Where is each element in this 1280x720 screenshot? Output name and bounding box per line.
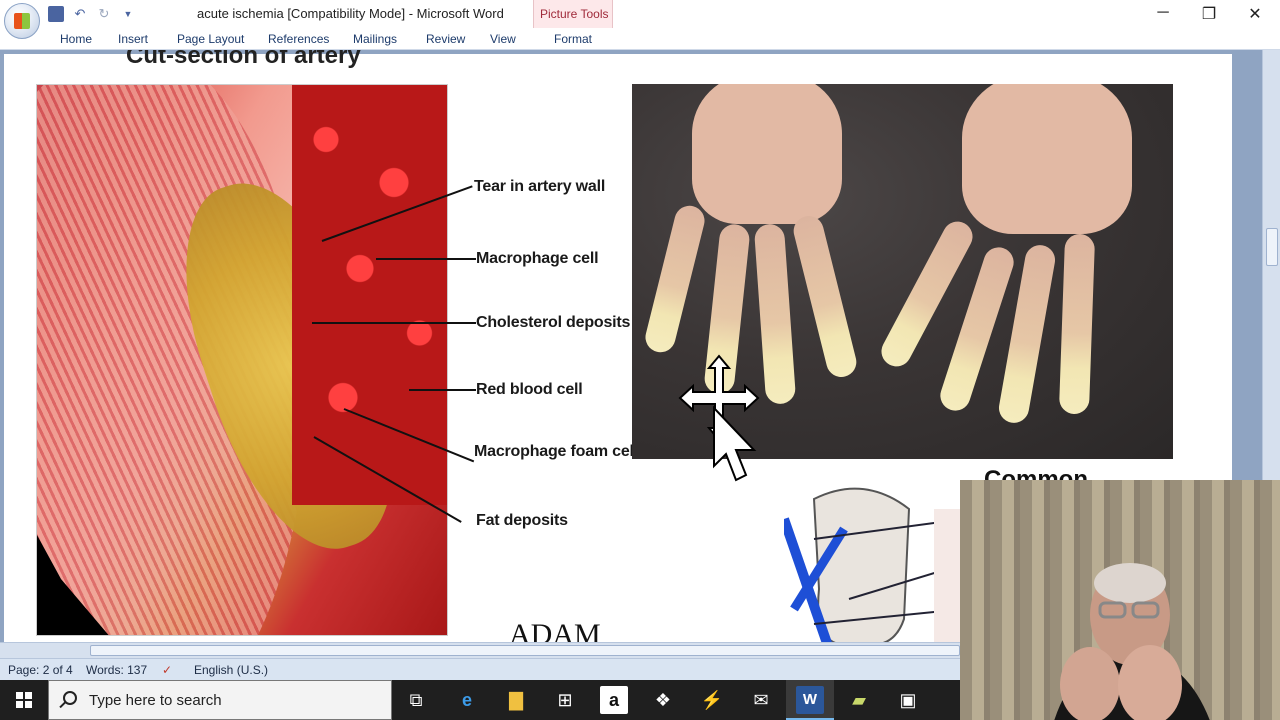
label-tear: Tear in artery wall	[474, 178, 606, 195]
taskbar: Type here to search ⧉ e ▇ ⊞ a ❖ ⚡ ✉ W ▰ …	[0, 680, 960, 720]
language-indicator[interactable]: English (U.S.)	[194, 663, 268, 677]
tab-mailings[interactable]: Mailings	[353, 32, 397, 46]
office-logo-icon	[14, 13, 30, 29]
bone-diagram-image[interactable]	[784, 479, 964, 642]
label-macrophage: Macrophage cell	[476, 250, 599, 267]
close-button[interactable]: ✕	[1245, 4, 1265, 24]
tab-view[interactable]: View	[490, 32, 516, 46]
tab-format[interactable]: Format	[554, 32, 592, 46]
tab-home[interactable]: Home	[60, 32, 92, 46]
quick-access-toolbar: ↶ ↻ ▼	[48, 6, 136, 22]
horizontal-scroll-thumb[interactable]	[90, 645, 960, 656]
search-icon	[63, 691, 77, 705]
app-icon[interactable]: ⚡	[698, 686, 726, 714]
office-button[interactable]	[4, 3, 40, 39]
save-icon[interactable]	[48, 6, 64, 22]
label-red-blood-cell: Red blood cell	[476, 381, 583, 398]
tab-review[interactable]: Review	[426, 32, 465, 46]
redo-icon[interactable]: ↻	[96, 6, 112, 22]
dropbox-icon[interactable]: ❖	[649, 686, 677, 714]
taskbar-search-box[interactable]: Type here to search	[48, 680, 392, 720]
status-bar: Page: 2 of 4 Words: 137 ✓ English (U.S.)	[0, 658, 960, 680]
page-count[interactable]: Page: 2 of 4	[8, 663, 73, 677]
ribbon-tab-bar: Home Insert Page Layout References Maili…	[0, 28, 1280, 78]
picture-tools-label: Picture Tools	[540, 7, 609, 21]
minimize-button[interactable]: ─	[1153, 4, 1173, 22]
customize-dropdown-icon[interactable]: ▼	[120, 6, 136, 22]
file-explorer-icon[interactable]: ▇	[502, 686, 530, 714]
windows-logo-icon	[16, 692, 32, 708]
word-icon[interactable]: W	[796, 686, 824, 714]
label-foam-cell: Macrophage foam cell	[474, 443, 639, 460]
media-icon[interactable]: ▣	[894, 686, 922, 714]
word-count[interactable]: Words: 137	[86, 663, 147, 677]
webcam-overlay	[960, 480, 1280, 720]
store-icon[interactable]: ⊞	[551, 686, 579, 714]
label-fat-deposits: Fat deposits	[476, 512, 568, 529]
task-view-icon[interactable]: ⧉	[402, 686, 430, 714]
tab-references[interactable]: References	[268, 32, 329, 46]
start-button[interactable]	[0, 680, 48, 720]
window-title: acute ischemia [Compatibility Mode] - Mi…	[197, 6, 504, 21]
search-placeholder: Type here to search	[89, 692, 222, 709]
notes-icon[interactable]: ▰	[845, 686, 873, 714]
edge-icon[interactable]: e	[453, 686, 481, 714]
title-bar: ↶ ↻ ▼ acute ischemia [Compatibility Mode…	[0, 0, 1280, 39]
horizontal-scrollbar[interactable]	[0, 642, 960, 658]
undo-icon[interactable]: ↶	[72, 6, 88, 22]
label-cholesterol: Cholesterol deposits	[476, 314, 631, 331]
tab-insert[interactable]: Insert	[118, 32, 148, 46]
mail-icon[interactable]: ✉	[747, 686, 775, 714]
presenter-video	[1054, 563, 1210, 720]
vertical-scroll-thumb[interactable]	[1266, 228, 1278, 266]
picture-tools-group: Picture Tools	[533, 0, 613, 28]
adam-logo: ADAM	[509, 618, 601, 642]
tab-page-layout[interactable]: Page Layout	[177, 32, 244, 46]
move-cursor-icon	[678, 354, 760, 482]
restore-button[interactable]: ❐	[1199, 4, 1219, 24]
proofing-icon[interactable]: ✓	[162, 663, 172, 677]
amazon-icon[interactable]: a	[600, 686, 628, 714]
